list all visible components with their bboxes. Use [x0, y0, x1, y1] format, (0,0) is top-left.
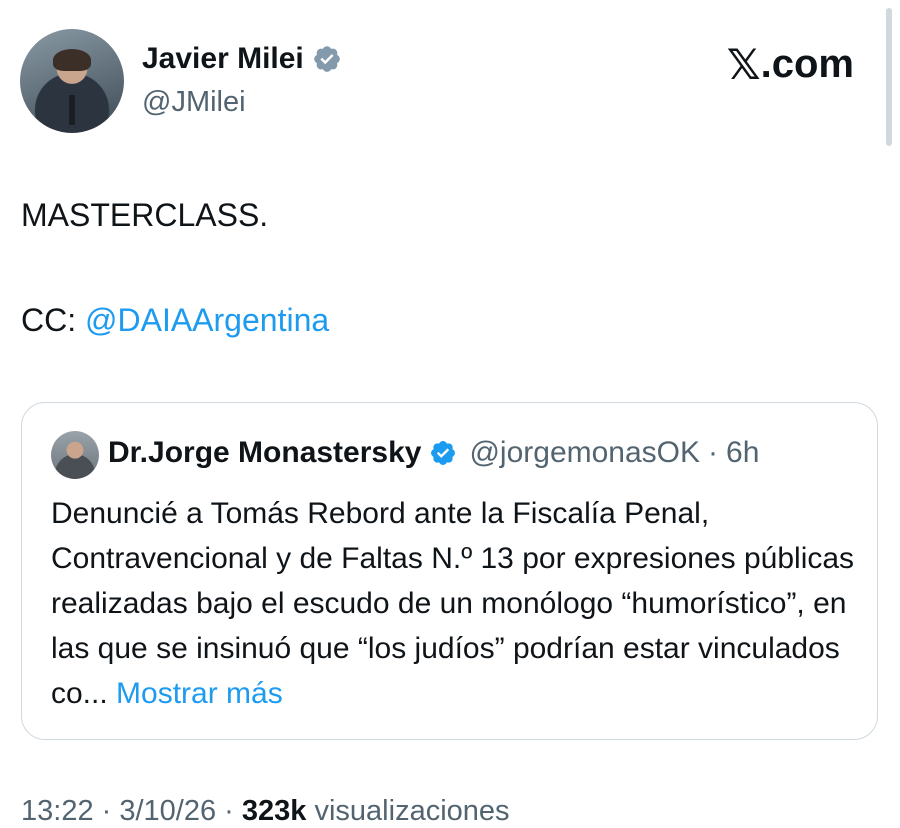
x-logo-mark: 𝕏: [726, 40, 761, 89]
brand-domain: .com: [760, 42, 854, 86]
quoted-separator: ·: [708, 436, 719, 469]
views-count: 323k: [241, 795, 307, 827]
author-handle[interactable]: @JMilei: [142, 86, 246, 119]
views-label: visualizaciones: [306, 795, 510, 827]
avatar-tie: [69, 95, 75, 125]
show-more-link[interactable]: Mostrar más: [116, 677, 283, 710]
tweet-cc-line: CC: @DAIAArgentina: [21, 302, 329, 339]
quoted-author-name[interactable]: Dr.Jorge Monastersky: [108, 436, 421, 470]
author-display-name[interactable]: Javier Milei: [142, 42, 304, 76]
quoted-tweet-card[interactable]: Dr.Jorge Monastersky @jorgemonasOK · 6h …: [21, 402, 878, 740]
meta-separator: ·: [93, 795, 120, 827]
verified-badge-icon: [429, 439, 457, 467]
quoted-author-avatar[interactable]: [51, 431, 99, 479]
mention-link[interactable]: @DAIAArgentina: [85, 302, 329, 338]
quoted-tweet-text: Denuncié a Tomás Rebord ante la Fiscalía…: [51, 491, 861, 716]
tweet-text-line: MASTERCLASS.: [21, 197, 269, 233]
cc-prefix: CC:: [21, 302, 85, 338]
x-logo-icon: 𝕏 .com: [727, 40, 854, 89]
verified-badge-icon: [312, 44, 342, 74]
quoted-timestamp[interactable]: 6h: [726, 436, 759, 470]
tweet-date[interactable]: 3/10/26: [119, 795, 216, 827]
tweet-metadata: 13:22 · 3/10/26 · 323k visualizaciones: [21, 795, 510, 828]
meta-separator: ·: [216, 795, 242, 827]
author-name-row: Javier Milei: [142, 42, 342, 76]
quoted-tweet-header: Dr.Jorge Monastersky @jorgemonasOK · 6h: [108, 436, 759, 470]
scrollbar[interactable]: [886, 8, 892, 146]
author-avatar[interactable]: [20, 29, 124, 133]
avatar-hair: [53, 49, 91, 71]
tweet-time[interactable]: 13:22: [21, 795, 94, 827]
quoted-author-handle[interactable]: @jorgemonasOK: [469, 436, 700, 470]
